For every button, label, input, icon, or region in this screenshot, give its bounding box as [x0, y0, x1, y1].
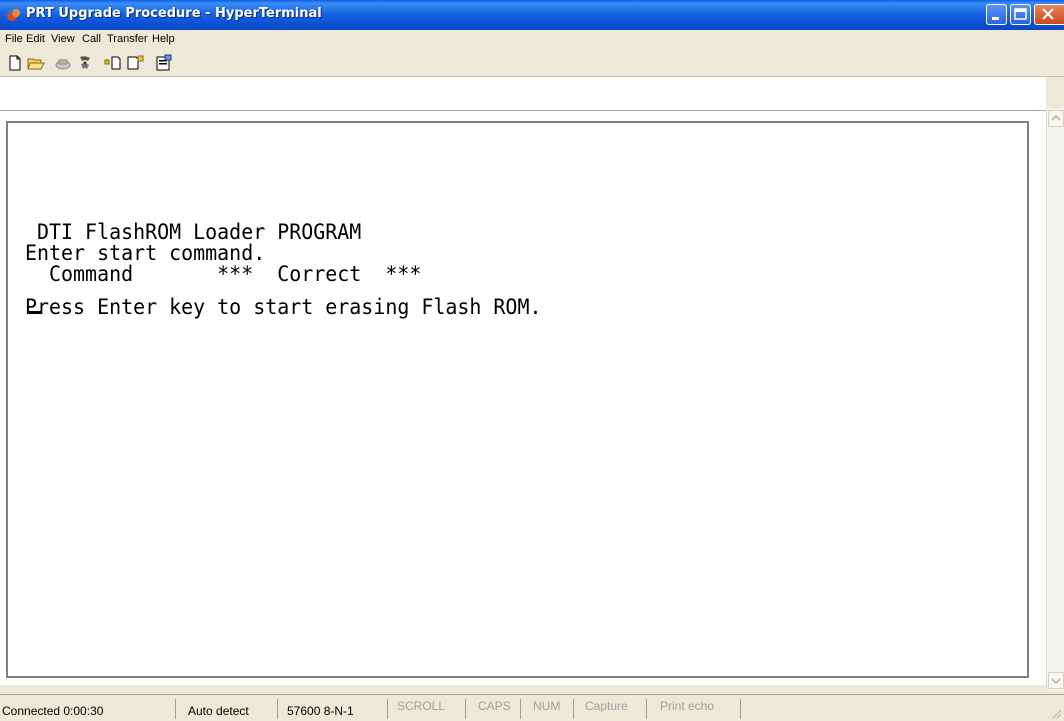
status-connected: Connected 0:00:30 [2, 704, 104, 718]
send-icon[interactable] [104, 54, 122, 72]
window-title: PRT Upgrade Procedure - HyperTerminal [26, 6, 322, 21]
receive-icon[interactable] [126, 54, 144, 72]
menu-help[interactable]: Help [152, 33, 175, 45]
scroll-down-icon[interactable] [1048, 672, 1064, 689]
open-icon[interactable] [27, 54, 45, 72]
maximize-icon [1014, 8, 1027, 20]
disconnect-icon[interactable] [54, 54, 72, 72]
status-caps: CAPS [478, 699, 511, 713]
menu-file[interactable]: File [5, 33, 23, 45]
status-divider [465, 699, 466, 719]
status-divider [175, 699, 176, 719]
close-icon [1042, 8, 1054, 20]
status-print-echo: Print echo [660, 699, 715, 713]
status-capture: Capture [585, 699, 628, 713]
maximize-button[interactable] [1010, 4, 1031, 25]
vertical-scrollbar[interactable] [1046, 108, 1064, 691]
terminal-output: DTI FlashROM Loader PROGRAM Enter start c… [25, 180, 541, 339]
menu-edit[interactable]: Edit [26, 33, 45, 45]
status-bar: Connected 0:00:30 Auto detect 57600 8-N-… [0, 694, 1064, 721]
status-scroll: SCROLL [397, 699, 446, 713]
minimize-icon [992, 17, 999, 20]
terminal-line: Command *** Correct *** [25, 262, 422, 286]
close-button[interactable] [1034, 4, 1064, 25]
status-divider [387, 699, 388, 719]
terminal-line: Press Enter key to start erasing Flash R… [25, 295, 542, 319]
status-divider [520, 699, 521, 719]
terminal-line: DTI FlashROM Loader PROGRAM [25, 220, 362, 244]
status-port-settings: 57600 8-N-1 [287, 704, 354, 718]
terminal-background [0, 77, 1046, 110]
toolbar [0, 50, 1064, 77]
status-num: NUM [533, 699, 561, 713]
status-divider [646, 699, 647, 719]
hyperterminal-app-icon [7, 9, 20, 21]
scroll-up-icon[interactable] [1048, 110, 1064, 127]
status-divider [573, 699, 574, 719]
new-connection-icon[interactable] [6, 54, 24, 72]
menu-bar: File Edit View Call Transfer Help [0, 30, 1064, 50]
title-bar: PRT Upgrade Procedure - HyperTerminal [0, 0, 1064, 30]
minimize-button[interactable] [986, 4, 1007, 25]
status-divider [277, 699, 278, 719]
status-detect: Auto detect [188, 704, 249, 718]
resize-grip-icon[interactable] [1050, 707, 1062, 719]
terminal-cursor [29, 311, 41, 314]
properties-icon[interactable] [155, 54, 173, 72]
terminal-line: Enter start command. [25, 241, 266, 265]
menu-call[interactable]: Call [82, 33, 101, 45]
status-divider [740, 699, 741, 719]
menu-transfer[interactable]: Transfer [107, 33, 148, 45]
menu-view[interactable]: View [51, 33, 75, 45]
dial-icon[interactable] [76, 54, 94, 72]
